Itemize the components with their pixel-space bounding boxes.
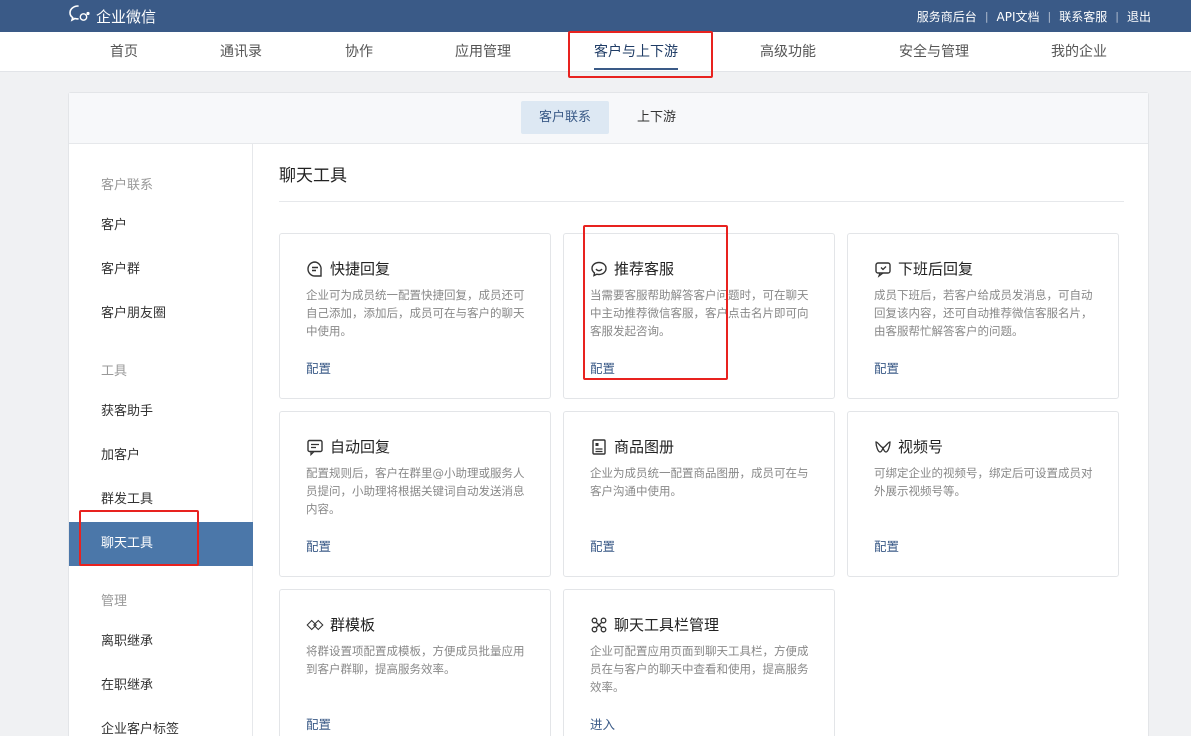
separator: | <box>1047 9 1052 23</box>
card-quick-reply: 快捷回复 企业可为成员统一配置快捷回复，成员还可自己添加，添加后，成员可在与客户… <box>279 233 551 399</box>
card-title: 视频号 <box>898 438 944 456</box>
configure-link[interactable]: 配置 <box>874 358 899 377</box>
card-channels: 视频号 可绑定企业的视频号，绑定后可设置成员对外展示视频号等。 配置 <box>847 411 1119 577</box>
auto-reply-icon <box>306 438 324 456</box>
sidebar-item-customer-groups[interactable]: 客户群 <box>69 248 253 292</box>
card-title: 群模板 <box>330 616 376 634</box>
card-description: 将群设置项配置成模板，方便成员批量应用到客户群聊，提高服务效率。 <box>306 644 525 676</box>
configure-link[interactable]: 配置 <box>306 358 331 377</box>
nav-advanced[interactable]: 高级功能 <box>760 32 816 72</box>
top-bar: 企业微信 服务商后台 | API文档 | 联系客服 | 退出 <box>0 0 1191 32</box>
card-title: 商品图册 <box>614 438 675 456</box>
card-description: 配置规则后，客户在群里@小助理或服务人员提问，小助理将根据关键词自动发送消息内容… <box>306 466 525 516</box>
card-title: 下班后回复 <box>898 260 974 278</box>
wecom-logo-icon <box>68 4 92 28</box>
card-description: 企业可配置应用页面到聊天工具栏，方便成员在与客户的聊天中查看和使用，提高服务效率… <box>590 644 809 694</box>
configure-link[interactable]: 配置 <box>874 536 899 555</box>
card-description: 成员下班后，若客户给成员发消息，可自动回复该内容，还可自动推荐微信客服名片，由客… <box>874 288 1093 338</box>
separator: | <box>1115 9 1119 23</box>
main-panel: 客户联系 上下游 客户联系 客户 客户群 客户朋友圈 工具 获客助手 加客户 群… <box>68 92 1149 736</box>
sidebar-group-tools: 工具 <box>101 364 128 379</box>
sidebar-group-customer: 客户联系 <box>101 178 154 193</box>
sub-tabs: 客户联系 上下游 <box>69 93 1148 144</box>
sidebar-item-acquisition[interactable]: 获客助手 <box>69 390 253 434</box>
sidebar-item-customer-tags[interactable]: 企业客户标签 <box>69 708 253 736</box>
card-title: 聊天工具栏管理 <box>614 616 720 634</box>
brand-name: 企业微信 <box>96 7 157 26</box>
card-description: 企业可为成员统一配置快捷回复，成员还可自己添加，添加后，成员可在与客户的聊天中使… <box>306 288 525 338</box>
brand-logo[interactable]: 企业微信 <box>68 0 156 32</box>
channels-icon <box>874 438 892 456</box>
configure-link[interactable]: 配置 <box>590 358 615 377</box>
card-after-hours-reply: 下班后回复 成员下班后，若客户给成员发消息，可自动回复该内容，还可自动推荐微信客… <box>847 233 1119 399</box>
tab-upstream-downstream[interactable]: 上下游 <box>619 101 694 134</box>
card-auto-reply: 自动回复 配置规则后，客户在群里@小助理或服务人员提问，小助理将根据关键词自动发… <box>279 411 551 577</box>
service-provider-link[interactable]: 服务商后台 <box>917 8 977 25</box>
nav-home[interactable]: 首页 <box>110 32 138 72</box>
configure-link[interactable]: 配置 <box>306 714 331 733</box>
product-album-icon <box>590 438 608 456</box>
api-docs-link[interactable]: API文档 <box>997 8 1040 25</box>
sidebar: 客户联系 客户 客户群 客户朋友圈 工具 获客助手 加客户 群发工具 聊天工具 … <box>69 144 253 736</box>
configure-link[interactable]: 配置 <box>590 536 615 555</box>
sidebar-item-broadcast[interactable]: 群发工具 <box>69 478 253 522</box>
page-title: 聊天工具 <box>279 166 347 186</box>
card-description: 可绑定企业的视频号，绑定后可设置成员对外展示视频号等。 <box>874 466 1093 498</box>
configure-link[interactable]: 配置 <box>306 536 331 555</box>
nav-collaboration[interactable]: 协作 <box>345 32 373 72</box>
main-nav: 首页 通讯录 协作 应用管理 客户与上下游 高级功能 安全与管理 我的企业 <box>0 32 1191 72</box>
top-links: 服务商后台 | API文档 | 联系客服 | 退出 <box>917 0 1151 32</box>
card-title: 快捷回复 <box>330 260 391 278</box>
sidebar-item-chat-tools[interactable]: 聊天工具 <box>69 522 253 566</box>
tab-customer-contact[interactable]: 客户联系 <box>521 101 610 134</box>
nav-customers-upstream[interactable]: 客户与上下游 <box>594 32 678 72</box>
card-description: 企业为成员统一配置商品图册，成员可在与客户沟通中使用。 <box>590 466 809 498</box>
contact-support-link[interactable]: 联系客服 <box>1059 8 1107 25</box>
nav-contacts[interactable]: 通讯录 <box>220 32 262 72</box>
group-template-icon <box>306 616 324 634</box>
quick-reply-icon <box>306 260 324 278</box>
nav-my-company[interactable]: 我的企业 <box>1051 32 1107 72</box>
card-product-album: 商品图册 企业为成员统一配置商品图册，成员可在与客户沟通中使用。 配置 <box>563 411 835 577</box>
sidebar-item-resign-inherit[interactable]: 离职继承 <box>69 620 253 664</box>
chat-bubble-icon <box>590 260 608 278</box>
card-description: 当需要客服帮助解答客户问题时，可在聊天中主动推荐微信客服，客户点击名片即可向客服… <box>590 288 809 338</box>
sidebar-group-manage: 管理 <box>101 594 128 609</box>
card-title: 自动回复 <box>330 438 391 456</box>
logout-link[interactable]: 退出 <box>1127 8 1151 25</box>
sidebar-item-moments[interactable]: 客户朋友圈 <box>69 292 253 336</box>
sidebar-item-onjob-inherit[interactable]: 在职继承 <box>69 664 253 708</box>
card-title: 推荐客服 <box>614 260 675 278</box>
after-hours-reply-icon <box>874 260 892 278</box>
toolbar-manage-icon <box>590 616 608 634</box>
nav-app-management[interactable]: 应用管理 <box>455 32 511 72</box>
enter-link[interactable]: 进入 <box>590 714 615 733</box>
title-divider <box>279 201 1124 202</box>
card-group-template: 群模板 将群设置项配置成模板，方便成员批量应用到客户群聊，提高服务效率。 配置 <box>279 589 551 736</box>
separator: | <box>984 9 989 23</box>
sidebar-item-add-customer[interactable]: 加客户 <box>69 434 253 478</box>
card-recommend-service: 推荐客服 当需要客服帮助解答客户问题时，可在聊天中主动推荐微信客服，客户点击名片… <box>563 233 835 399</box>
card-toolbar-manage: 聊天工具栏管理 企业可配置应用页面到聊天工具栏，方便成员在与客户的聊天中查看和使… <box>563 589 835 736</box>
sidebar-item-customers[interactable]: 客户 <box>69 204 253 248</box>
nav-security[interactable]: 安全与管理 <box>899 32 969 72</box>
